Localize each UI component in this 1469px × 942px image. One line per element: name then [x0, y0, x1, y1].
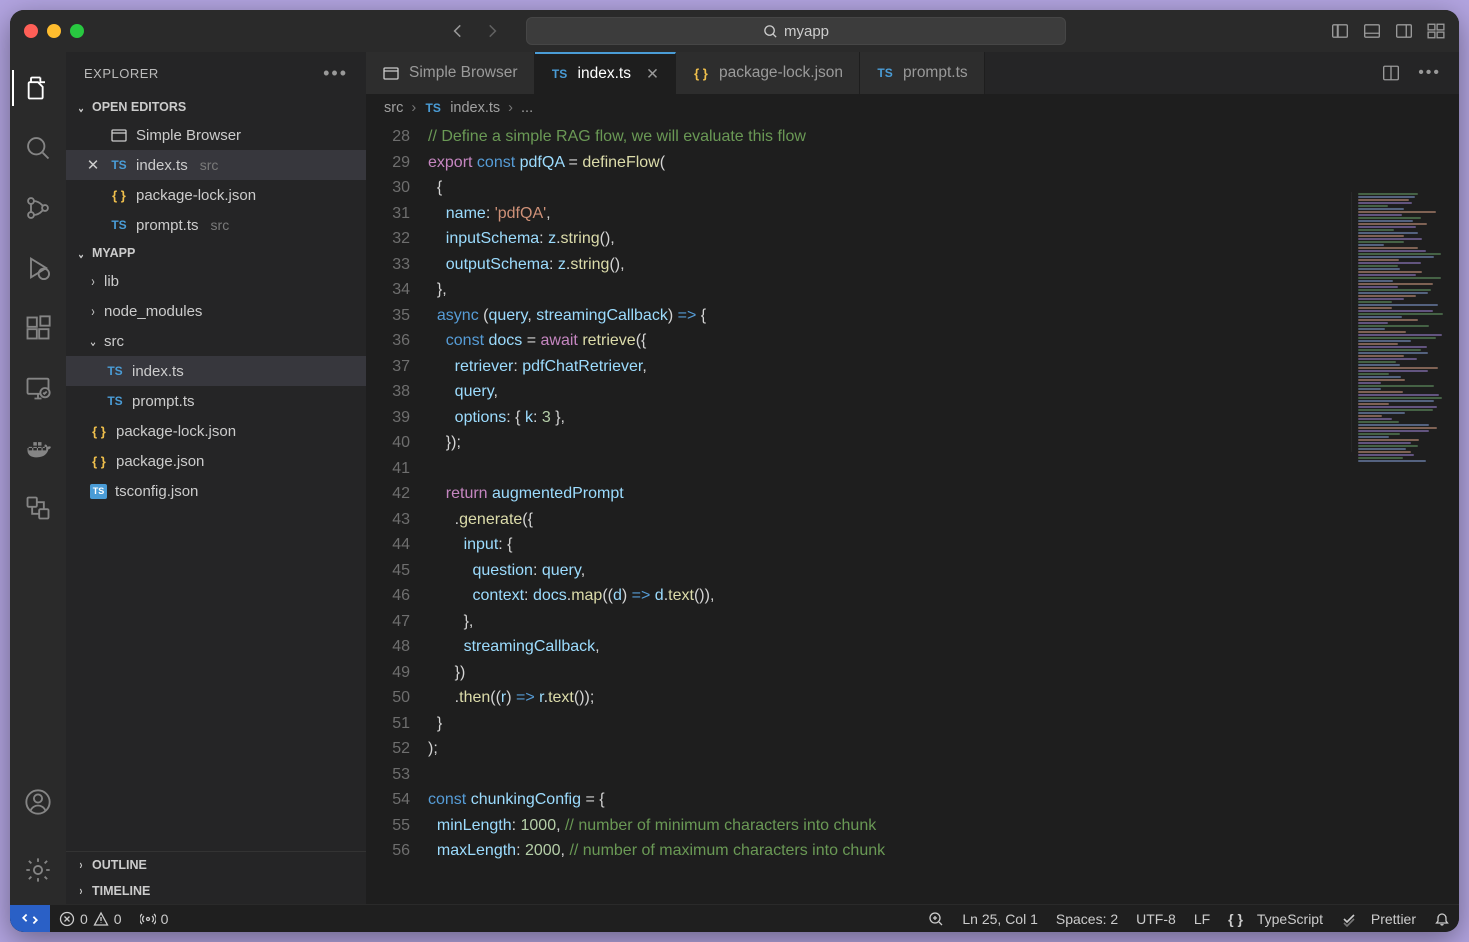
breadcrumb-seg[interactable]: ... [521, 100, 533, 116]
file-tsconfig.json[interactable]: TStsconfig.json [66, 476, 366, 506]
split-editor-icon[interactable] [1382, 64, 1400, 82]
body: EXPLORER ••• ⌄OPEN EDITORS Simple Browse… [10, 52, 1459, 904]
status-bar: 00 0 Ln 25, Col 1 Spaces: 2 UTF-8 LF { }… [10, 904, 1459, 932]
remote-explorer-icon[interactable] [12, 362, 64, 414]
outline-header[interactable]: ›OUTLINE [66, 852, 366, 878]
docker-icon[interactable] [12, 422, 64, 474]
breadcrumb[interactable]: src›TSindex.ts›... [366, 94, 1459, 122]
breadcrumb-seg[interactable]: src [384, 100, 403, 116]
account-icon[interactable] [12, 776, 64, 828]
tabs: Simple BrowserTSindex.ts✕{ }package-lock… [366, 52, 1459, 94]
search-icon[interactable] [12, 122, 64, 174]
code-lines[interactable]: // Define a simple RAG flow, we will eva… [428, 122, 1459, 904]
editor-group: Simple BrowserTSindex.ts✕{ }package-lock… [366, 52, 1459, 904]
timeline-header[interactable]: ›TIMELINE [66, 878, 366, 904]
breadcrumb-seg[interactable]: index.ts [450, 100, 500, 116]
run-debug-icon[interactable] [12, 242, 64, 294]
tab-Simple Browser[interactable]: Simple Browser [366, 52, 535, 94]
nav-fwd[interactable] [478, 19, 506, 43]
problems[interactable]: 00 [50, 905, 131, 932]
tab-prompt.ts[interactable]: TSprompt.ts [860, 52, 985, 94]
command-center[interactable]: myapp [526, 17, 1066, 45]
layout-icon[interactable] [1427, 22, 1445, 40]
traffic-lights [24, 24, 84, 38]
file-package-lock.json[interactable]: { }package-lock.json [66, 416, 366, 446]
language-mode[interactable]: { } TypeScript [1219, 911, 1332, 927]
extensions-icon[interactable] [12, 302, 64, 354]
editor-more[interactable]: ••• [1418, 64, 1441, 82]
ports[interactable]: 0 [131, 905, 178, 932]
nav-back[interactable] [444, 19, 472, 43]
search-text: myapp [784, 23, 829, 40]
indent[interactable]: Spaces: 2 [1047, 911, 1127, 927]
close-icon[interactable]: ✕ [84, 156, 102, 174]
titlebar: myapp [10, 10, 1459, 52]
cursor-pos[interactable]: Ln 25, Col 1 [953, 911, 1047, 927]
gutter: 2829303132333435363738394041424344454647… [366, 122, 428, 904]
panel-left-icon[interactable] [1331, 22, 1349, 40]
panel-bottom-icon[interactable] [1363, 22, 1381, 40]
folder-src[interactable]: ⌄src [66, 326, 366, 356]
file-prompt.ts[interactable]: TSprompt.ts [66, 386, 366, 416]
folder-node_modules[interactable]: ›node_modules [66, 296, 366, 326]
minimize-window[interactable] [47, 24, 61, 38]
prettier[interactable]: Prettier [1332, 911, 1425, 927]
file-package.json[interactable]: { }package.json [66, 446, 366, 476]
close-icon[interactable]: ✕ [646, 65, 659, 84]
sidebar-header: EXPLORER ••• [66, 52, 366, 94]
nav-arrows [444, 19, 506, 43]
close-window[interactable] [24, 24, 38, 38]
open-editor-item[interactable]: TSprompt.tssrc [66, 210, 366, 240]
open-editors-header[interactable]: ⌄OPEN EDITORS [66, 94, 366, 120]
maximize-window[interactable] [70, 24, 84, 38]
open-editor-item[interactable]: Simple Browser [66, 120, 366, 150]
window: myapp EXPLORER ••• ⌄OPEN EDI [10, 10, 1459, 932]
explorer-icon[interactable] [12, 62, 64, 114]
activity-bar [10, 52, 66, 904]
eol[interactable]: LF [1185, 911, 1219, 927]
encoding[interactable]: UTF-8 [1127, 911, 1185, 927]
titlebar-right [1331, 22, 1445, 40]
settings-gear-icon[interactable] [12, 844, 64, 896]
ports-icon[interactable] [12, 482, 64, 534]
remote-indicator[interactable] [10, 905, 50, 933]
bell-icon[interactable] [1425, 911, 1459, 927]
open-editor-item[interactable]: ✕TSindex.tssrc [66, 150, 366, 180]
zoom-icon[interactable] [919, 911, 953, 927]
panel-right-icon[interactable] [1395, 22, 1413, 40]
file-index.ts[interactable]: TSindex.ts [66, 356, 366, 386]
source-control-icon[interactable] [12, 182, 64, 234]
code-area[interactable]: 2829303132333435363738394041424344454647… [366, 122, 1459, 904]
explorer-more[interactable]: ••• [323, 63, 348, 84]
folder-lib[interactable]: ›lib [66, 266, 366, 296]
minimap[interactable] [1351, 192, 1459, 452]
explorer-title: EXPLORER [84, 66, 159, 81]
tab-package-lock.json[interactable]: { }package-lock.json [676, 52, 860, 94]
tab-index.ts[interactable]: TSindex.ts✕ [535, 52, 676, 94]
folder-header[interactable]: ⌄MYAPP [66, 240, 366, 266]
open-editor-item[interactable]: { }package-lock.json [66, 180, 366, 210]
sidebar: EXPLORER ••• ⌄OPEN EDITORS Simple Browse… [66, 52, 366, 904]
